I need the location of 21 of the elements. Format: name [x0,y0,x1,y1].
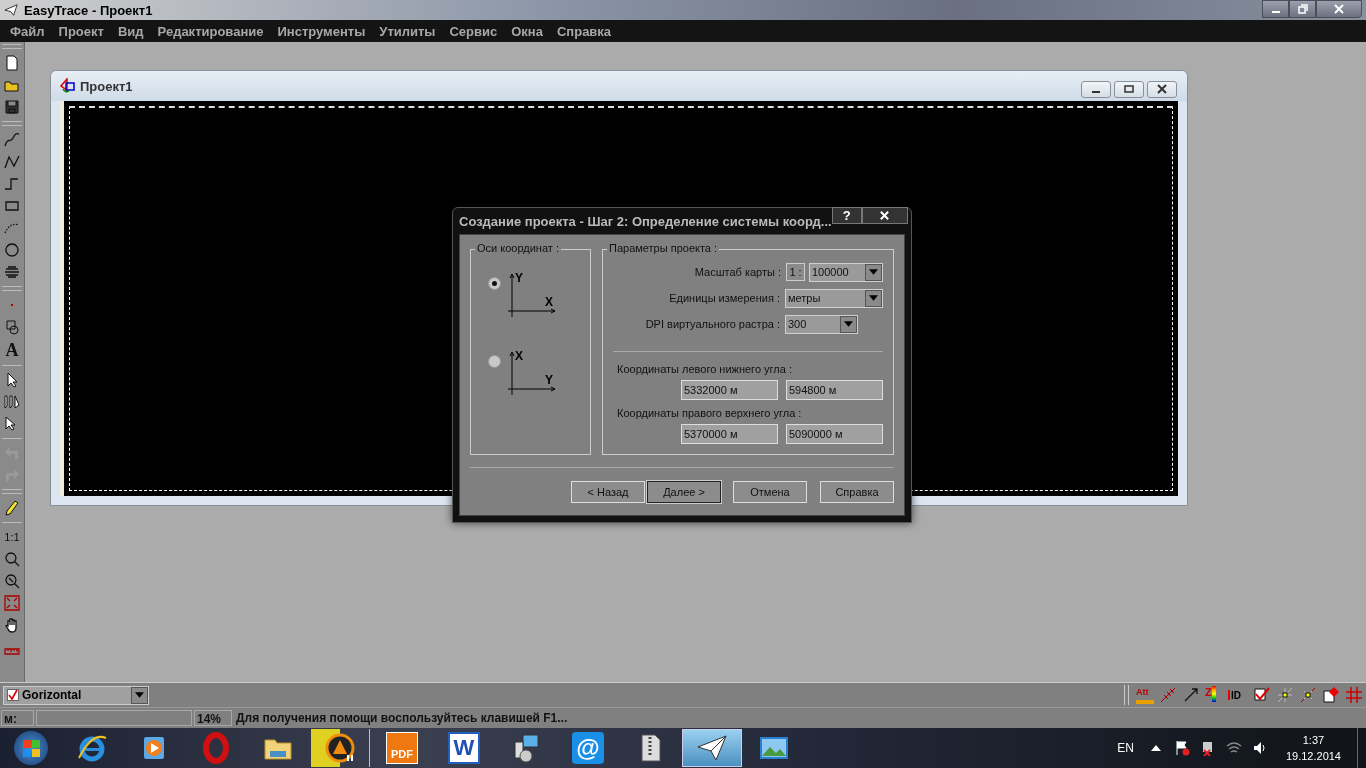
axis-label: X [545,295,553,309]
word-logo-icon: W [448,732,480,764]
axis-label: Y [545,373,553,387]
field-label: DPI виртуального растра : [644,318,781,330]
axis-label: Y [515,271,523,285]
window-title: Проект1 [80,78,133,94]
group-title: Параметры проекта : [607,242,720,254]
window-title: EasyTrace - Проект1 [24,2,153,18]
status-coordinate: м: [1,710,34,726]
dialog-title: Создание проекта - Шаг 2: Определение системы коорд... [459,214,832,229]
field-label: Координаты левого нижнего угла : [616,363,793,375]
field-label: Единицы измерения : [668,292,781,304]
field-label: Координаты правого верхнего угла : [616,407,803,419]
scale-prefix: 1 : [786,263,805,281]
group-title: Оси координат : [475,242,561,254]
field-label: Масштаб карты : [693,266,782,278]
axis-label: X [515,349,523,363]
pdf-logo-icon: PDF [386,732,418,764]
status-message: Для получения помощи воспользуйтесь клавишей F1... [235,710,568,726]
status-zoom: 14% [194,710,232,726]
mail-logo-icon: @ [572,732,604,764]
